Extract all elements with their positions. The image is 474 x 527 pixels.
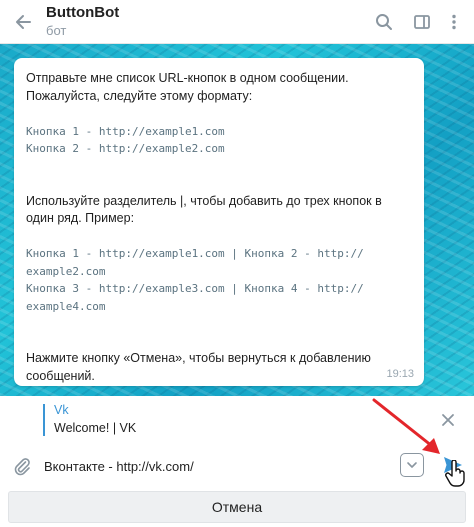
close-icon [442, 414, 454, 426]
message-body: Отправьте мне список URL-кнопок в одном … [26, 70, 412, 385]
chat-title: ButtonBot [46, 4, 120, 21]
message-text-line: сообщений. [26, 368, 95, 383]
attach-button[interactable] [8, 452, 36, 480]
message-text-line: Отправьте мне список URL-кнопок в одном … [26, 71, 349, 85]
message-code-line: Кнопка 3 - http://example3.com | Кнопка … [26, 282, 364, 295]
more-button[interactable] [440, 8, 468, 36]
reply-author: Vk [54, 403, 69, 417]
chevron-down-icon [407, 462, 417, 468]
cancel-button[interactable]: Отмена [8, 491, 466, 523]
message-code-line: example2.com [26, 264, 106, 278]
composer [0, 444, 474, 486]
reply-close-button[interactable] [436, 408, 460, 432]
message-text-line: один ряд. Пример: [26, 211, 135, 225]
reply-text: Welcome! | VK [54, 421, 137, 435]
search-icon [376, 14, 392, 30]
search-button[interactable] [370, 8, 398, 36]
more-icon [452, 14, 456, 30]
paperclip-icon [14, 458, 30, 476]
chat-title-block[interactable]: ButtonBot бот [46, 4, 119, 40]
back-button[interactable] [8, 6, 40, 38]
chat-subtitle: бот [46, 23, 67, 38]
back-arrow-icon [16, 15, 31, 29]
message-code-line: Кнопка 2 - http://example2.com [26, 142, 225, 155]
chat-header: ButtonBot бот [0, 0, 474, 44]
reply-accent-line [43, 404, 45, 436]
message-text-line: Используйте разделитель |, чтобы добавит… [26, 193, 382, 208]
bot-message-bubble[interactable]: Отправьте мне список URL-кнопок в одном … [14, 58, 424, 386]
send-icon [444, 457, 462, 473]
message-code-line: Кнопка 1 - http://example1.com | Кнопка … [26, 247, 364, 260]
message-code-line: example4.com [26, 299, 106, 313]
sidebar-toggle-icon [414, 15, 430, 29]
bot-keyboard-button[interactable] [400, 453, 424, 477]
message-input[interactable] [44, 454, 384, 478]
chat-background: Отправьте мне список URL-кнопок в одном … [0, 44, 474, 396]
message-time: 19:13 [386, 368, 414, 380]
sidebar-toggle-button[interactable] [408, 8, 436, 36]
message-code-line: Кнопка 1 - http://example1.com [26, 124, 225, 138]
message-text-line: Нажмите кнопку «Отмена», чтобы вернуться… [26, 351, 371, 365]
message-text-line: Пожалуйста, следуйте этому формату: [26, 88, 253, 103]
send-button[interactable] [440, 452, 466, 478]
reply-preview: Vk Welcome! | VK [0, 396, 474, 444]
